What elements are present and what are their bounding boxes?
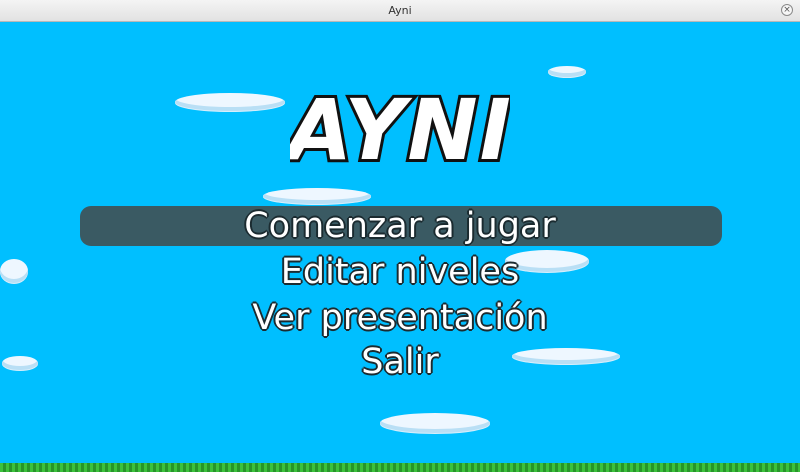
grass-ground [0,463,800,472]
menu-item-quit[interactable]: Salir [0,342,800,382]
game-logo: AYNI [278,74,514,182]
window-title: Ayni [388,4,412,17]
menu-item-start-game[interactable]: Comenzar a jugar [0,206,800,246]
cloud [175,93,285,111]
menu-item-edit-levels[interactable]: Editar niveles [0,252,800,292]
cloud [380,413,490,433]
logo-text: AYNI [290,81,510,179]
game-canvas: AYNI Comenzar a jugar Editar niveles Ver… [0,22,800,472]
cloud [263,188,371,204]
menu-item-view-presentation[interactable]: Ver presentación [0,298,800,338]
close-icon[interactable]: × [781,4,793,16]
window-titlebar: Ayni × [0,0,800,22]
cloud [548,66,586,77]
